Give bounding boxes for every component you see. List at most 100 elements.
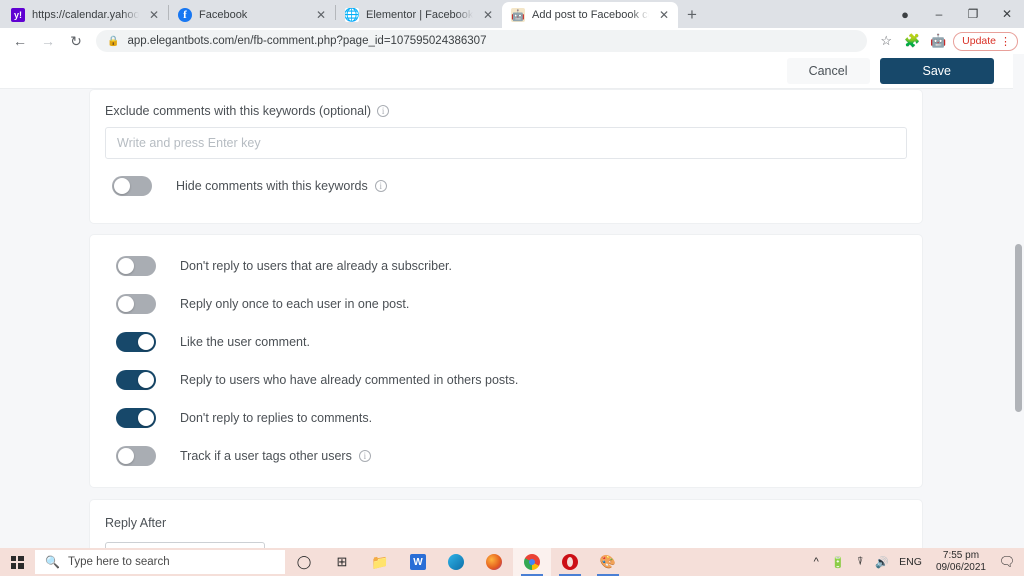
maximize-button[interactable]: ❐ [956,0,990,28]
windows-logo-icon [10,555,24,569]
forward-button[interactable]: → [34,29,62,53]
close-window-button[interactable]: ✕ [990,0,1024,28]
toggle-label: Don't reply to replies to comments. [180,411,372,425]
new-tab-button[interactable]: + [678,1,706,27]
opera-glyph [562,554,578,570]
toggle-label: Like the user comment. [180,335,310,349]
reload-button[interactable]: ↻ [62,29,90,53]
save-button[interactable]: Save [879,57,994,85]
battery-icon[interactable]: 🔋 [827,548,849,576]
toggle-label-text: Like the user comment. [180,335,310,349]
cancel-button[interactable]: Cancel [786,57,870,85]
lock-icon: 🔒 [107,35,120,47]
system-tray: ^ 🔋 ⍒ 🔊 ENG 7:55 pm 09/06/2021 🗨 [805,548,1024,576]
start-button[interactable] [0,548,34,576]
volume-icon[interactable]: 🔊 [871,548,893,576]
page-scrollbar-track[interactable] [1013,54,1024,548]
settings-content: Exclude comments with this keywords (opt… [0,90,1024,548]
hide-comments-toggle[interactable] [112,176,152,196]
opera-icon[interactable] [551,548,589,576]
task-view-icon[interactable]: ⊞ [323,548,361,576]
taskbar-search-placeholder: Type here to search [67,556,170,568]
firefox-glyph [486,554,502,570]
language-indicator[interactable]: ENG [893,556,928,568]
search-icon: 🔍 [45,555,60,569]
bookmark-star-icon[interactable]: ☆ [873,29,899,53]
dont-reply-to-replies-toggle[interactable] [116,408,156,428]
reply-once-per-user-toggle[interactable] [116,294,156,314]
browser-tab-2[interactable]: f Facebook ✕ [169,2,335,28]
wps-office-icon[interactable]: W [399,548,437,576]
wifi-icon[interactable]: ⍒ [849,548,871,576]
file-explorer-icon[interactable]: 📁 [361,548,399,576]
taskbar-search-box[interactable]: 🔍 Type here to search [35,550,285,574]
tab-title: Elementor | Facebook Auto Comm [366,9,473,21]
tab-close-icon[interactable]: ✕ [480,7,496,23]
opera-center [567,557,573,567]
browser-tab-3[interactable]: 🌐 Elementor | Facebook Auto Comm ✕ [336,2,502,28]
page-scrollbar-thumb[interactable] [1015,244,1022,412]
taskbar-clock[interactable]: 7:55 pm 09/06/2021 [928,550,994,575]
tab-close-icon[interactable]: ✕ [146,7,162,23]
minimize-button[interactable]: – [922,0,956,28]
track-user-tags-toggle[interactable] [116,446,156,466]
tab-strip: y! https://calendar.yahoo.com/?view ✕ f … [0,0,1024,28]
toggle-knob [138,334,154,350]
clock-time: 7:55 pm [942,549,980,561]
extensions-puzzle-icon[interactable]: 🧩 [899,29,925,53]
toggle-row-track-tags: Track if a user tags other users i [105,437,907,475]
like-user-comment-toggle[interactable] [116,332,156,352]
browser-tab-1[interactable]: y! https://calendar.yahoo.com/?view ✕ [2,2,168,28]
elegantbots-extension-icon[interactable]: 🤖 [925,29,951,53]
action-center-icon[interactable]: 🗨 [994,548,1020,576]
toggle-label: Don't reply to users that are already a … [180,259,452,273]
toggle-label-text: Don't reply to users that are already a … [180,259,452,273]
toggle-label-text: Track if a user tags other users [180,449,352,463]
toggle-row-others-posts: Reply to users who have already commente… [105,361,907,399]
info-icon[interactable]: i [358,450,371,462]
tab-title: Facebook [199,9,248,21]
tab-close-icon[interactable]: ✕ [313,7,329,23]
update-button[interactable]: Update ⋮ [953,31,1018,51]
profile-avatar-icon[interactable]: ● [888,0,922,28]
toggle-knob [118,296,134,312]
update-label: Update [962,35,996,47]
tab-title: https://calendar.yahoo.com/?view [32,9,139,21]
exclude-keywords-input[interactable] [105,127,907,159]
toggle-knob [138,410,154,426]
paint-icon[interactable]: 🎨 [589,548,627,576]
toggle-label: Reply to users who have already commente… [180,373,518,387]
toggle-knob [118,258,134,274]
microsoft-edge-icon[interactable] [437,548,475,576]
chrome-browser-window: y! https://calendar.yahoo.com/?view ✕ f … [0,0,1024,548]
google-chrome-icon[interactable] [513,548,551,576]
url-text: app.elegantbots.com/en/fb-comment.php?pa… [127,35,487,47]
exclude-keywords-label: Exclude comments with this keywords (opt… [105,104,907,118]
web-page-viewport: Cancel Save Exclude comments with this k… [0,54,1024,548]
exclude-keywords-card: Exclude comments with this keywords (opt… [90,90,922,223]
tray-chevron-up-icon[interactable]: ^ [805,548,827,576]
toggle-label-text: Don't reply to replies to comments. [180,411,373,425]
back-button[interactable]: ← [6,29,34,53]
reply-after-card: Reply After Immediately [90,500,922,548]
chrome-center [529,559,535,565]
info-icon[interactable]: i [377,105,390,117]
info-icon[interactable]: i [374,180,387,192]
reply-commented-others-posts-toggle[interactable] [116,370,156,390]
tab-close-icon[interactable]: ✕ [656,7,672,23]
wps-glyph: W [410,554,426,570]
tab-title: Add post to Facebook comment [532,9,649,21]
toggle-row-no-replies: Don't reply to replies to comments. [105,399,907,437]
toggle-row-reply-once: Reply only once to each user in one post… [105,285,907,323]
chrome-menu-icon[interactable]: ⋮ [1000,35,1011,48]
dont-reply-subscriber-toggle[interactable] [116,256,156,276]
toggle-row-subscriber: Don't reply to users that are already a … [105,247,907,285]
address-bar[interactable]: 🔒 app.elegantbots.com/en/fb-comment.php?… [96,30,868,52]
toggle-knob [138,372,154,388]
browser-tab-4-active[interactable]: 🤖 Add post to Facebook comment ✕ [502,2,678,28]
firefox-icon[interactable] [475,548,513,576]
toggle-label: Reply only once to each user in one post… [180,297,409,311]
cortana-icon[interactable]: ◯ [285,548,323,576]
hide-comments-toggle-label: Hide comments with this keywords i [176,179,387,193]
hide-comments-toggle-label-text: Hide comments with this keywords [176,179,368,193]
